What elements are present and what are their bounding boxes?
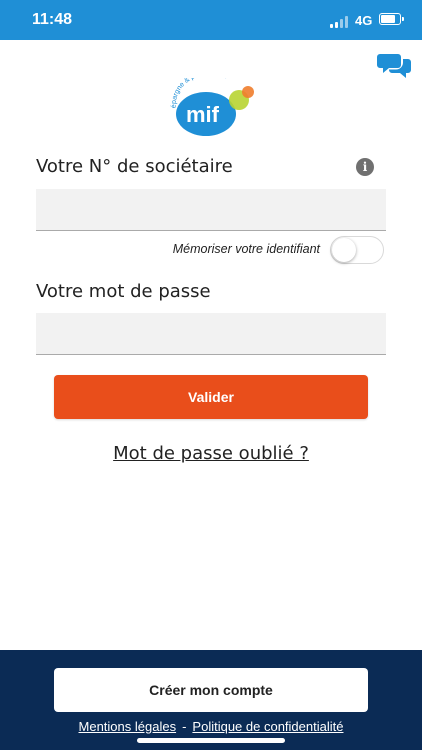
- status-bar: 11:48 4G: [0, 0, 422, 40]
- member-number-label: Votre N° de sociétaire: [36, 156, 233, 177]
- footer-links: Mentions légales - Politique de confidenti…: [0, 719, 422, 734]
- footer-separator: -: [182, 719, 187, 734]
- footer: Créer mon compte Mentions légales - Politi…: [0, 650, 422, 750]
- password-label: Votre mot de passe: [36, 281, 211, 302]
- create-account-button[interactable]: Créer mon compte: [54, 668, 368, 712]
- info-icon[interactable]: i: [356, 158, 374, 176]
- remember-label: Mémoriser votre identifiant: [172, 242, 320, 256]
- signal-icon: [330, 16, 350, 28]
- network-type: 4G: [355, 13, 373, 28]
- privacy-policy-link[interactable]: Politique de confidentialité: [192, 719, 343, 734]
- validate-button[interactable]: Valider: [54, 375, 368, 419]
- legal-notice-link[interactable]: Mentions légales: [79, 719, 177, 734]
- forgot-password-link[interactable]: Mot de passe oublié ?: [0, 443, 422, 464]
- toggle-knob: [332, 238, 356, 262]
- logo-wordmark: mif: [186, 102, 220, 127]
- chat-bubbles-icon[interactable]: [377, 52, 413, 80]
- status-time: 11:48: [32, 11, 73, 28]
- battery-icon: [379, 13, 404, 25]
- remember-toggle[interactable]: [330, 236, 384, 264]
- password-input[interactable]: [36, 313, 386, 355]
- home-indicator: [137, 738, 285, 743]
- member-number-input[interactable]: [36, 189, 386, 231]
- mif-logo: épargne & prévoyance mif: [171, 78, 254, 136]
